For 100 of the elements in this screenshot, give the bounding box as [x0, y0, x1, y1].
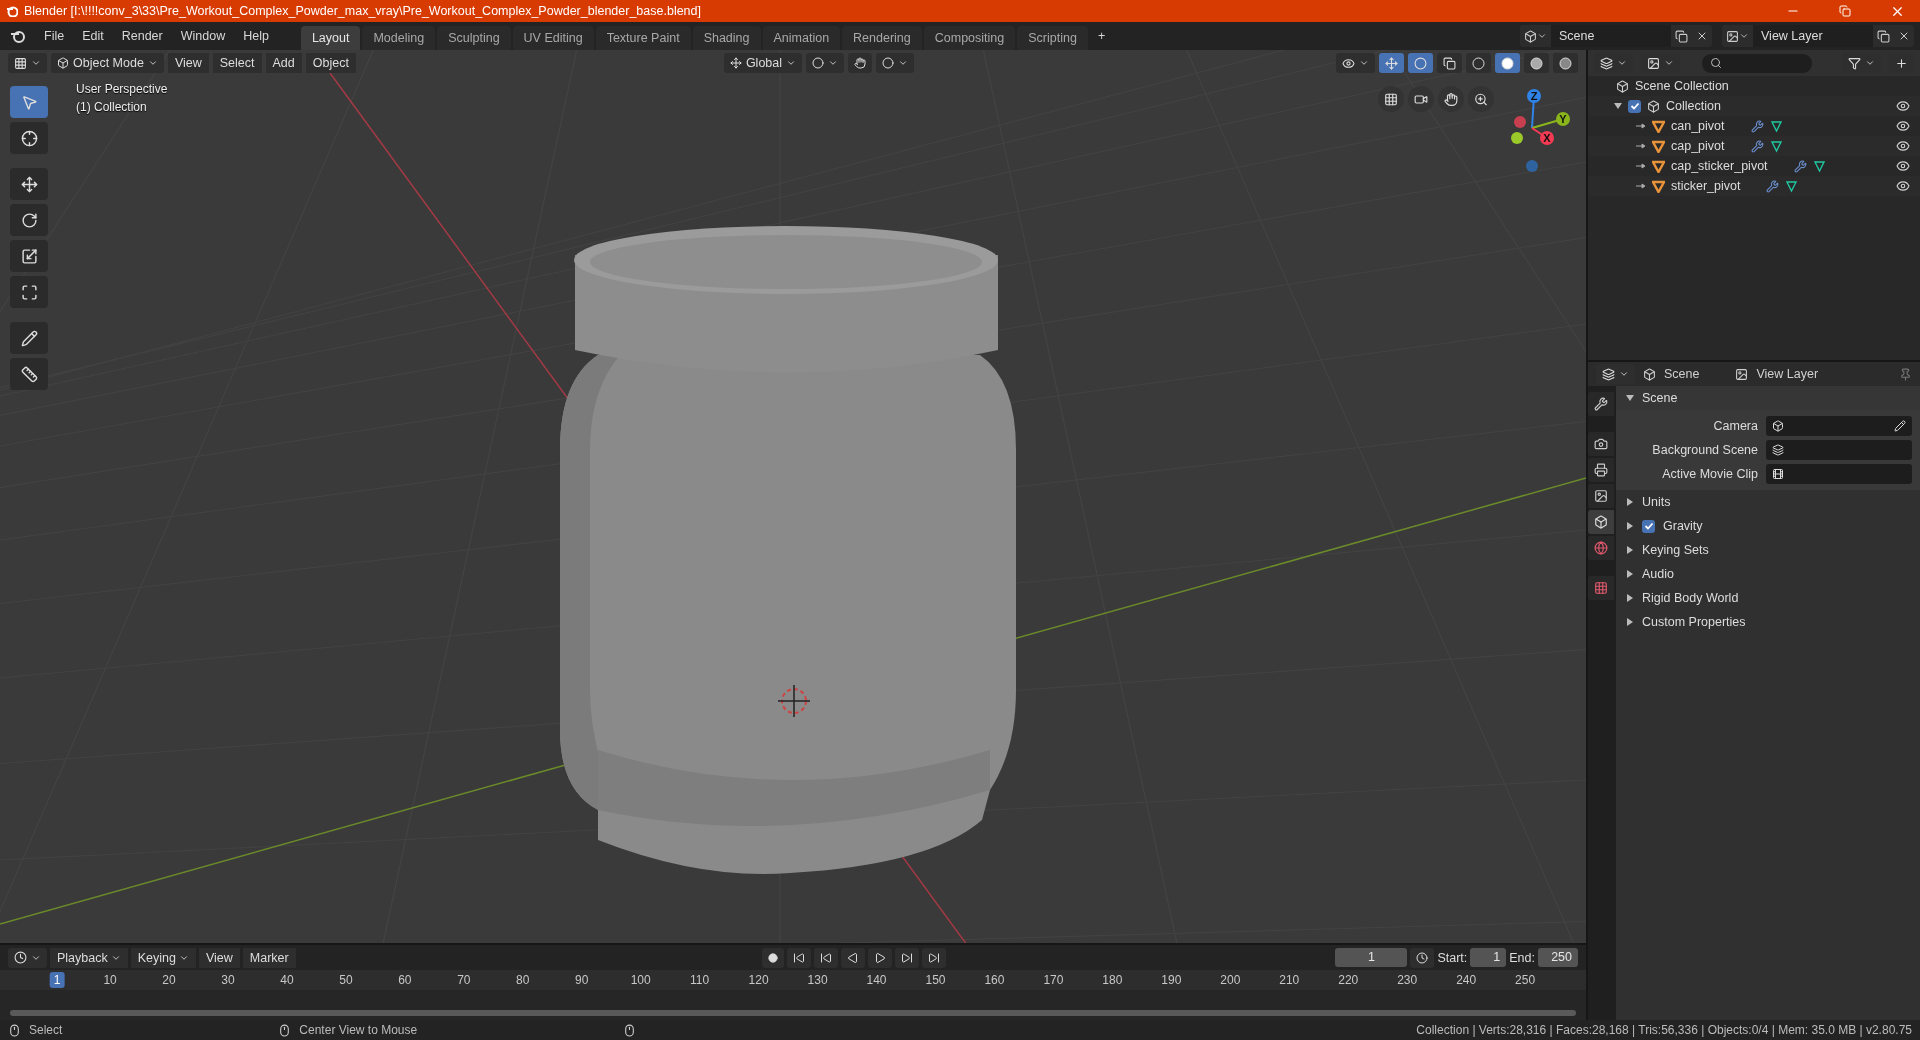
world-tab[interactable]	[1588, 536, 1614, 560]
pan-button[interactable]	[1438, 86, 1464, 112]
workspace-tab[interactable]: Compositing	[923, 26, 1016, 50]
play-reverse-icon	[846, 951, 859, 964]
workspace-tab[interactable]: Shading	[692, 26, 761, 50]
workspace-tab[interactable]: Layout	[300, 26, 361, 50]
object-field[interactable]	[1766, 464, 1912, 484]
add-workspace-button[interactable]: +	[1089, 26, 1114, 46]
shading-mode-button[interactable]	[1524, 53, 1549, 73]
menu-item[interactable]: Object	[305, 53, 356, 73]
scale-tool-button[interactable]	[10, 240, 48, 272]
preview-range-button[interactable]	[1410, 947, 1435, 968]
shading-mode-button[interactable]	[1553, 53, 1578, 73]
start-frame-field[interactable]: 1	[1470, 948, 1507, 967]
shading-mode-button[interactable]	[1495, 53, 1520, 73]
outliner-item[interactable]: can_pivot	[1671, 119, 1725, 133]
gizmo-toggle-button[interactable]	[1379, 53, 1404, 73]
workspace-tab[interactable]: Modeling	[362, 26, 436, 50]
checkbox[interactable]	[1628, 99, 1641, 113]
jump-end-button[interactable]	[921, 947, 946, 968]
wrench-icon	[1766, 179, 1780, 193]
frame-number: 140	[865, 972, 888, 988]
chevron-down-icon	[147, 58, 158, 68]
menu-item[interactable]: Edit	[74, 26, 112, 46]
camera-view-button[interactable]	[1408, 86, 1434, 112]
object-field[interactable]	[1766, 416, 1912, 436]
wrench-icon	[1793, 159, 1807, 173]
outliner-item[interactable]: cap_pivot	[1671, 139, 1725, 153]
panel-header[interactable]: Scene	[1616, 386, 1920, 410]
outliner-item[interactable]: Scene Collection	[1635, 79, 1729, 93]
menu-item[interactable]: File	[36, 26, 73, 46]
rotate-tool-button[interactable]	[10, 204, 48, 236]
menu-item[interactable]: Render	[113, 26, 171, 46]
outliner-item[interactable]: cap_sticker_pivot	[1671, 159, 1768, 173]
horizontal-scrollbar[interactable]	[10, 1010, 1576, 1016]
outliner-item[interactable]: sticker_pivot	[1671, 179, 1741, 193]
frame-number: 210	[1278, 972, 1301, 988]
scene-tab[interactable]	[1588, 510, 1614, 534]
editor-type-button[interactable]	[8, 947, 47, 968]
menu-item[interactable]: Window	[172, 26, 234, 46]
annotate-tool-button[interactable]	[10, 322, 48, 354]
chevron-down-icon	[1537, 31, 1547, 41]
grid-view-button[interactable]	[1378, 86, 1404, 112]
workspace-tab[interactable]: Animation	[762, 26, 841, 50]
output-tab[interactable]	[1588, 458, 1614, 482]
search-field[interactable]	[1702, 53, 1812, 73]
menu-item[interactable]: Keying	[130, 947, 196, 968]
eye-icon	[1896, 119, 1910, 133]
proportional-edit-button[interactable]	[876, 53, 915, 73]
record-button[interactable]	[761, 947, 784, 968]
menu-item[interactable]: Marker	[242, 947, 296, 968]
move-tool-button[interactable]	[10, 168, 48, 200]
jump-start-button[interactable]	[786, 947, 811, 968]
visibility-button[interactable]	[1336, 53, 1375, 73]
view-layer-tab[interactable]	[1588, 484, 1614, 508]
zoom-button[interactable]	[1468, 86, 1494, 112]
workspace-tab[interactable]: Texture Paint	[595, 26, 691, 50]
shading-mode-button[interactable]	[1466, 53, 1491, 73]
blender-logo-icon[interactable]	[10, 29, 26, 43]
prev-keyframe-button[interactable]	[813, 947, 838, 968]
menu-item[interactable]: Select	[212, 53, 262, 73]
expand-arrow-icon[interactable]	[1636, 163, 1646, 169]
expand-arrow-icon[interactable]	[1636, 123, 1646, 129]
frame-number: 50	[338, 972, 354, 988]
scene-selector[interactable]: Scene	[1520, 25, 1712, 47]
menu-item[interactable]: Add	[265, 53, 302, 73]
play-button[interactable]	[867, 947, 892, 968]
pivot-button[interactable]	[806, 53, 845, 73]
current-frame-field[interactable]: 1	[1335, 948, 1408, 967]
disclosure-triangle-icon[interactable]	[1614, 102, 1622, 110]
expand-arrow-icon[interactable]	[1636, 143, 1646, 149]
menu-item[interactable]: Help	[235, 26, 277, 46]
view-layer-selector[interactable]: View Layer	[1722, 25, 1914, 47]
mode-dropdown[interactable]: Object Mode	[51, 53, 164, 73]
menu-item[interactable]: Playback	[50, 947, 128, 968]
cursor-tool-button[interactable]	[10, 122, 48, 154]
outliner-item[interactable]: Collection	[1666, 99, 1721, 113]
orientation-dropdown[interactable]: Global	[723, 53, 803, 73]
expand-arrow-icon[interactable]	[1636, 183, 1646, 189]
measure-tool-button[interactable]	[10, 358, 48, 390]
workspace-tab[interactable]: Rendering	[842, 26, 922, 50]
play-reverse-button[interactable]	[840, 947, 865, 968]
menu-item[interactable]: View	[198, 947, 240, 968]
checkbox[interactable]	[1642, 519, 1655, 533]
menu-item[interactable]: View	[167, 53, 209, 73]
workspace-tab[interactable]: Sculpting	[437, 26, 511, 50]
workspace-tab[interactable]: UV Editing	[512, 26, 594, 50]
transform-tool-button[interactable]	[10, 276, 48, 308]
next-keyframe-button[interactable]	[894, 947, 919, 968]
xray-button[interactable]	[1437, 53, 1462, 73]
object-field[interactable]	[1766, 440, 1912, 460]
tool-tab[interactable]	[1588, 392, 1614, 416]
texture-tab[interactable]	[1588, 576, 1614, 600]
current-frame-marker[interactable]: 1	[49, 972, 65, 988]
workspace-tab[interactable]: Scripting	[1017, 26, 1088, 50]
editor-type-button[interactable]	[8, 53, 47, 73]
overlay-toggle-button[interactable]	[1408, 53, 1433, 73]
render-tab[interactable]	[1588, 432, 1614, 456]
end-frame-field[interactable]: 250	[1538, 948, 1578, 967]
snap-button[interactable]	[848, 53, 873, 73]
